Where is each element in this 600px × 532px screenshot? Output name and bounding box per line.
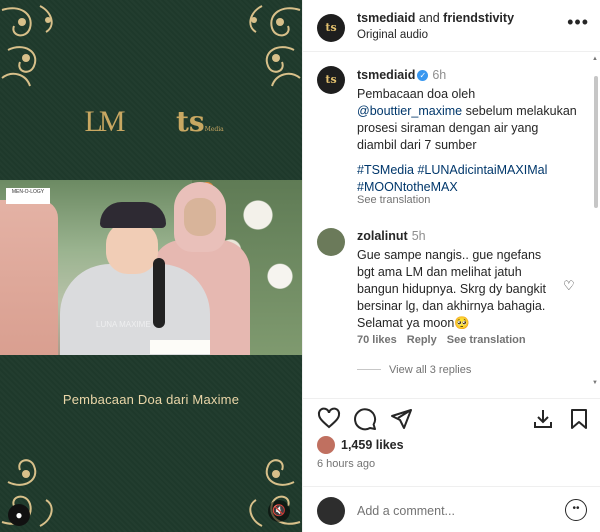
- microphone: [153, 258, 165, 328]
- avatar: [317, 436, 335, 454]
- mention-link[interactable]: @bouttier_maxime: [357, 104, 462, 118]
- video-watermark: LUNA MAXIME: [96, 320, 151, 329]
- like-comment-heart-icon[interactable]: ♡: [563, 278, 575, 294]
- more-options-icon[interactable]: •••: [567, 12, 589, 33]
- see-translation-link[interactable]: See translation: [357, 194, 430, 206]
- user-tags-icon[interactable]: ●: [8, 504, 30, 526]
- comment-header: zolalinut 5h: [357, 229, 426, 243]
- avatar: [317, 497, 345, 525]
- floral-ornament: [240, 0, 302, 88]
- comment-username-link[interactable]: zolalinut: [357, 229, 408, 243]
- video-caption: Pembacaan Doa dari Maxime: [62, 392, 240, 407]
- header-username-link[interactable]: tsmediaid: [357, 11, 415, 25]
- comment-likes[interactable]: 70 likes: [357, 334, 397, 346]
- reply-button[interactable]: Reply: [407, 334, 437, 346]
- comment-meta: 70 likes Reply See translation: [357, 334, 536, 346]
- comment-bubble-icon[interactable]: [353, 407, 377, 431]
- comments-scroll-area[interactable]: ts tsmediaid ✓ 6h Pembacaan doa oleh @boutt…: [303, 52, 600, 390]
- post-header: ts tsmediaid and friendstivity Original …: [303, 0, 600, 52]
- menology-badge: MEN-O-LOGY: [6, 188, 50, 204]
- avatar[interactable]: ts: [317, 14, 345, 42]
- save-bookmark-icon[interactable]: [567, 407, 591, 431]
- header-accounts: tsmediaid and friendstivity: [357, 11, 515, 25]
- likes-count: 1,459 likes: [341, 438, 404, 452]
- collab-username-link[interactable]: friendstivity: [443, 11, 514, 25]
- ceremony-photo: MEN-O-LOGY LUNA MAXIME: [0, 180, 302, 355]
- scroll-down-arrow-icon[interactable]: ▼: [592, 380, 598, 386]
- comment-input[interactable]: [357, 501, 553, 521]
- post-media[interactable]: LM tsMedia MEN-O-LOGY LUNA MAXIME Pembac…: [0, 0, 302, 532]
- like-heart-icon[interactable]: [317, 407, 341, 431]
- post-timestamp[interactable]: 6 hours ago: [317, 458, 375, 470]
- paper-sheet: [150, 340, 210, 354]
- caption-time: 6h: [432, 68, 447, 82]
- comment-text: Gue sampe nangis.. gue ngefans bgt ama L…: [357, 248, 547, 330]
- caption-author: tsmediaid ✓ 6h: [357, 68, 446, 82]
- ts-media-logo: tsMedia: [176, 105, 224, 138]
- caption-username-link[interactable]: tsmediaid: [357, 68, 415, 82]
- avatar[interactable]: ts: [317, 66, 345, 94]
- view-replies-button[interactable]: View all 3 replies: [357, 364, 471, 376]
- post-actions: [303, 398, 600, 434]
- floral-ornament: [0, 0, 62, 88]
- person-figure: [60, 202, 210, 355]
- lm-logo: LM: [84, 105, 126, 138]
- comment-see-translation[interactable]: See translation: [447, 334, 526, 346]
- hashtags[interactable]: #TSMedia #LUNAdicintaiMAXIMal #MOONtothe…: [357, 162, 581, 196]
- caption-text: Pembacaan doa oleh @bouttier_maxime sebel…: [357, 87, 577, 152]
- verified-badge-icon: ✓: [417, 70, 429, 81]
- comment-composer: ••: [303, 486, 600, 532]
- download-icon[interactable]: [531, 407, 555, 431]
- avatar[interactable]: [317, 228, 345, 256]
- person-figure: [0, 200, 58, 355]
- audio-link[interactable]: Original audio: [357, 29, 428, 41]
- scrollbar[interactable]: [594, 60, 598, 378]
- mute-icon[interactable]: 🔇: [268, 500, 290, 522]
- share-send-icon[interactable]: [389, 407, 413, 431]
- emoji-icon[interactable]: ••: [565, 499, 587, 521]
- post-sidebar: ts tsmediaid and friendstivity Original …: [302, 0, 600, 532]
